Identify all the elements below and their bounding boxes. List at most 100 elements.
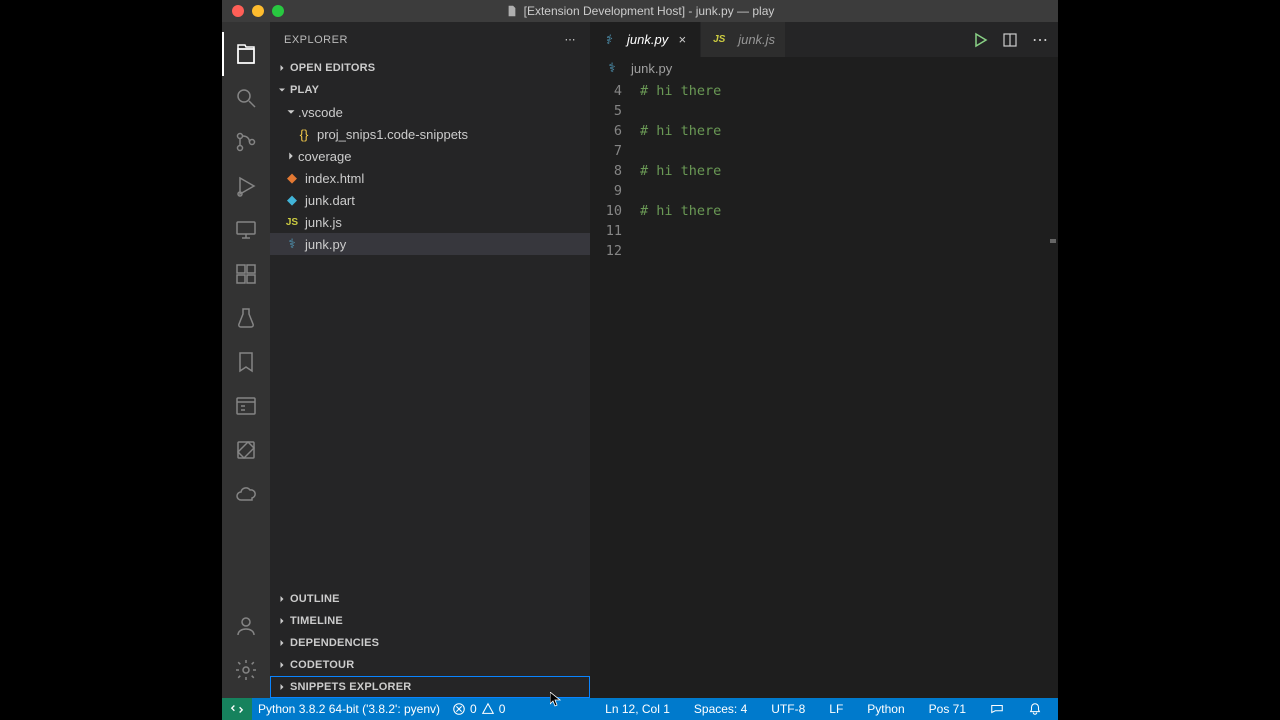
chevron-down-icon xyxy=(284,105,298,119)
language-mode[interactable]: Python xyxy=(861,702,910,716)
explorer-sidebar: EXPLORER ⋯ OPEN EDITORS PLAY .vscode {} … xyxy=(270,22,590,698)
explorer-icon[interactable] xyxy=(222,32,270,76)
warning-icon xyxy=(481,702,495,716)
feedback-icon[interactable] xyxy=(984,702,1010,716)
chevron-right-icon xyxy=(276,615,288,627)
codetour-section[interactable]: CODETOUR xyxy=(270,654,590,676)
accounts-icon[interactable] xyxy=(222,604,270,648)
outline-section[interactable]: OUTLINE xyxy=(270,588,590,610)
chevron-right-icon xyxy=(276,62,288,74)
tab-bar: ⚕ junk.py × JS junk.js ⋯ xyxy=(590,22,1058,57)
tab-junk-py[interactable]: ⚕ junk.py × xyxy=(590,22,701,57)
file-snippets[interactable]: {} proj_snips1.code-snippets xyxy=(270,123,590,145)
line-col[interactable]: Ln 12, Col 1 xyxy=(599,702,676,716)
file-index-html[interactable]: ◆ index.html xyxy=(270,167,590,189)
remote-indicator[interactable] xyxy=(222,698,252,720)
extensions-icon[interactable] xyxy=(222,252,270,296)
js-file-icon: JS xyxy=(284,214,300,230)
line-number: 7 xyxy=(590,141,622,161)
tree-item-label: .vscode xyxy=(298,105,343,120)
project-icon[interactable] xyxy=(222,384,270,428)
tag-icon[interactable] xyxy=(222,428,270,472)
folder-vscode[interactable]: .vscode xyxy=(270,101,590,123)
activity-bar xyxy=(222,22,270,698)
editor-area: ⚕ junk.py × JS junk.js ⋯ ⚕ junk.py xyxy=(590,22,1058,698)
run-icon[interactable] xyxy=(972,32,988,48)
indentation[interactable]: Spaces: 4 xyxy=(688,702,753,716)
search-icon[interactable] xyxy=(222,76,270,120)
line-number: 11 xyxy=(590,221,622,241)
settings-gear-icon[interactable] xyxy=(222,648,270,692)
code-line xyxy=(640,141,1058,161)
split-editor-icon[interactable] xyxy=(1002,32,1018,48)
line-number: 8 xyxy=(590,161,622,181)
open-editors-section[interactable]: OPEN EDITORS xyxy=(270,57,590,79)
file-junk-py[interactable]: ⚕ junk.py xyxy=(270,233,590,255)
panel-label: CODETOUR xyxy=(290,659,354,671)
timeline-section[interactable]: TIMELINE xyxy=(270,610,590,632)
workspace-section[interactable]: PLAY xyxy=(270,79,590,101)
source-control-icon[interactable] xyxy=(222,120,270,164)
notifications-icon[interactable] xyxy=(1022,702,1048,716)
json-file-icon: {} xyxy=(296,126,312,142)
test-icon[interactable] xyxy=(222,296,270,340)
chevron-right-icon xyxy=(284,149,298,163)
ellipsis-icon[interactable]: ⋯ xyxy=(1032,30,1048,50)
folder-coverage[interactable]: coverage xyxy=(270,145,590,167)
code-content[interactable]: # hi there # hi there # hi there # hi th… xyxy=(640,79,1058,698)
ellipsis-icon[interactable]: ⋯ xyxy=(565,33,577,46)
window-title: [Extension Development Host] - junk.py —… xyxy=(506,4,775,18)
sidebar-header: EXPLORER ⋯ xyxy=(270,22,590,57)
eol[interactable]: LF xyxy=(823,702,849,716)
position[interactable]: Pos 71 xyxy=(923,702,972,716)
code-line xyxy=(640,221,1058,241)
snippets-explorer-section[interactable]: SNIPPETS EXPLORER xyxy=(270,676,590,698)
close-icon[interactable]: × xyxy=(674,32,690,48)
file-icon xyxy=(506,5,518,17)
breadcrumb[interactable]: ⚕ junk.py xyxy=(590,57,1058,79)
run-debug-icon[interactable] xyxy=(222,164,270,208)
remote-explorer-icon[interactable] xyxy=(222,208,270,252)
breadcrumb-label: junk.py xyxy=(631,61,672,76)
code-line xyxy=(640,241,1058,261)
cloud-icon[interactable] xyxy=(222,472,270,516)
line-number-gutter: 4 5 6 7 8 9 10 11 12 xyxy=(590,79,640,698)
tree-item-label: junk.py xyxy=(305,237,346,252)
maximize-window-button[interactable] xyxy=(272,5,284,17)
bookmark-icon[interactable] xyxy=(222,340,270,384)
status-bar: Python 3.8.2 64-bit ('3.8.2': pyenv) 0 0… xyxy=(222,698,1058,720)
open-editors-label: OPEN EDITORS xyxy=(290,62,375,74)
minimize-window-button[interactable] xyxy=(252,5,264,17)
chevron-down-icon xyxy=(276,84,288,96)
tab-label: junk.js xyxy=(738,32,775,47)
close-window-button[interactable] xyxy=(232,5,244,17)
file-junk-dart[interactable]: ◆ junk.dart xyxy=(270,189,590,211)
workspace-name: PLAY xyxy=(290,84,319,96)
line-number: 10 xyxy=(590,201,622,221)
explorer-title: EXPLORER xyxy=(284,34,348,46)
errors-warnings[interactable]: 0 0 xyxy=(446,698,511,720)
tree-item-label: junk.js xyxy=(305,215,342,230)
panel-label: DEPENDENCIES xyxy=(290,637,379,649)
tree-item-label: proj_snips1.code-snippets xyxy=(317,127,468,142)
line-number: 4 xyxy=(590,81,622,101)
panel-label: OUTLINE xyxy=(290,593,340,605)
code-line: # hi there xyxy=(640,81,1058,101)
python-file-icon: ⚕ xyxy=(600,32,616,48)
dependencies-section[interactable]: DEPENDENCIES xyxy=(270,632,590,654)
error-icon xyxy=(452,702,466,716)
line-number: 5 xyxy=(590,101,622,121)
encoding[interactable]: UTF-8 xyxy=(765,702,811,716)
tree-item-label: index.html xyxy=(305,171,364,186)
tab-junk-js[interactable]: JS junk.js xyxy=(701,22,786,57)
chevron-right-icon xyxy=(276,637,288,649)
chevron-right-icon xyxy=(276,593,288,605)
traffic-lights xyxy=(222,5,284,17)
file-junk-js[interactable]: JS junk.js xyxy=(270,211,590,233)
code-editor[interactable]: 4 5 6 7 8 9 10 11 12 # hi there # hi the… xyxy=(590,79,1058,698)
js-file-icon: JS xyxy=(711,32,727,48)
status-text: 0 xyxy=(470,702,477,716)
code-line xyxy=(640,101,1058,121)
tab-label: junk.py xyxy=(627,32,668,47)
python-interpreter[interactable]: Python 3.8.2 64-bit ('3.8.2': pyenv) xyxy=(252,698,446,720)
